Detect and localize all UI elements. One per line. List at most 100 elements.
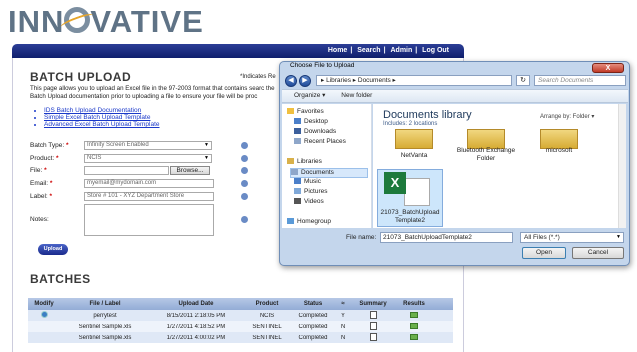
file-input[interactable] bbox=[84, 166, 169, 175]
pictures-icon bbox=[294, 188, 301, 194]
product-label: Product: * bbox=[30, 155, 59, 162]
close-button[interactable]: X bbox=[592, 63, 624, 73]
scrollbar[interactable] bbox=[618, 104, 626, 228]
organize-menu[interactable]: Organize ▾ bbox=[294, 92, 325, 99]
nav-desktop[interactable]: Desktop bbox=[294, 118, 328, 126]
folder-label[interactable]: microsoft bbox=[527, 147, 591, 154]
col-header[interactable]: Results bbox=[394, 298, 434, 310]
doc-link-simple[interactable]: Simple Excel Batch Upload Template bbox=[44, 114, 160, 121]
status-cell: Completed bbox=[298, 323, 328, 330]
nav-pictures[interactable]: Pictures bbox=[294, 188, 327, 196]
batches-table: Modify File / Label Upload Date Product … bbox=[28, 298, 453, 343]
libraries-icon bbox=[287, 158, 294, 164]
results-icon[interactable] bbox=[410, 322, 418, 329]
modify-icon[interactable] bbox=[40, 311, 48, 318]
date-cell: 8/15/2011 2:18:05 PM bbox=[166, 312, 226, 319]
help-icon[interactable] bbox=[241, 155, 248, 162]
batch-type-label: Batch Type: * bbox=[30, 142, 69, 149]
doc-link-ids[interactable]: IDS Batch Upload Documentation bbox=[44, 107, 160, 114]
open-button[interactable]: Open bbox=[522, 247, 566, 259]
nav-search[interactable]: Search bbox=[357, 47, 380, 54]
col-header[interactable]: Product bbox=[242, 298, 292, 310]
batches-title: BATCHES bbox=[30, 272, 91, 286]
label-field[interactable]: Store # 101 - XYZ Department Store bbox=[84, 192, 214, 201]
summary-icon[interactable] bbox=[369, 310, 377, 319]
nav-documents[interactable]: Documents bbox=[290, 168, 368, 178]
col-header[interactable]: File / Label bbox=[60, 298, 150, 310]
date-cell: 1/27/2011 4:18:52 PM bbox=[166, 323, 226, 330]
nav-recent-places[interactable]: Recent Places bbox=[294, 138, 346, 146]
status-cell: Completed bbox=[298, 312, 328, 319]
navigation-pane: Favorites Desktop Downloads Recent Place… bbox=[282, 104, 372, 228]
email-label: Email: * bbox=[30, 180, 53, 187]
library-subtitle[interactable]: Includes: 2 locations bbox=[383, 121, 437, 127]
nav-admin[interactable]: Admin bbox=[390, 47, 412, 54]
browse-button[interactable]: Browse... bbox=[170, 166, 210, 175]
col-header[interactable]: Summary bbox=[352, 298, 394, 310]
file-cell: Sentinel Sample.xls bbox=[78, 334, 132, 341]
flag-cell: N bbox=[340, 323, 346, 330]
help-icon[interactable] bbox=[241, 142, 248, 149]
intro-text: This page allows you to upload an Excel … bbox=[30, 85, 275, 100]
notes-textarea[interactable] bbox=[84, 204, 214, 236]
notes-label: Notes: bbox=[30, 216, 49, 223]
videos-icon bbox=[294, 198, 301, 204]
product-cell: NCIS bbox=[259, 312, 275, 319]
nav-music[interactable]: Music bbox=[294, 178, 321, 186]
cancel-button[interactable]: Cancel bbox=[572, 247, 624, 259]
music-icon bbox=[294, 178, 301, 184]
nav-videos[interactable]: Videos bbox=[294, 198, 324, 206]
dialog-title: Choose File to Upload bbox=[290, 62, 355, 69]
nav-favorites[interactable]: Favorites bbox=[287, 108, 324, 116]
nav-home[interactable]: Home bbox=[328, 47, 347, 54]
refresh-icon[interactable]: ↻ bbox=[516, 75, 530, 86]
folder-label[interactable]: NetVanta bbox=[382, 152, 446, 159]
star-icon bbox=[287, 108, 294, 114]
batch-type-select[interactable]: Infinity Screen Enabled bbox=[84, 141, 212, 150]
address-bar[interactable]: ▸ Libraries ▸ Documents ▸ bbox=[316, 75, 512, 86]
col-header[interactable]: Upload Date bbox=[150, 298, 242, 310]
logo: INN VATIVE bbox=[8, 4, 204, 39]
new-folder-button[interactable]: New folder bbox=[341, 92, 372, 99]
doc-links: IDS Batch Upload Documentation Simple Ex… bbox=[38, 107, 160, 128]
help-icon[interactable] bbox=[241, 180, 248, 187]
filetype-select[interactable]: All Files (*.*) bbox=[520, 232, 624, 243]
arrange-by[interactable]: Arrange by: Folder ▾ bbox=[540, 113, 594, 120]
recent-places-icon bbox=[294, 138, 301, 144]
col-header[interactable]: ≈ bbox=[334, 298, 352, 310]
desktop-icon bbox=[294, 118, 301, 124]
date-cell: 1/27/2011 4:00:02 PM bbox=[166, 334, 226, 341]
nav-libraries[interactable]: Libraries bbox=[287, 158, 322, 166]
col-header[interactable]: Status bbox=[292, 298, 334, 310]
homegroup-icon bbox=[287, 218, 294, 224]
nav-downloads[interactable]: Downloads bbox=[294, 128, 336, 136]
folder-icon[interactable] bbox=[467, 129, 505, 149]
folder-icon[interactable] bbox=[540, 129, 578, 149]
results-icon[interactable] bbox=[410, 333, 418, 340]
search-input[interactable]: Search Documents bbox=[534, 75, 626, 86]
results-icon[interactable] bbox=[410, 311, 418, 318]
summary-icon[interactable] bbox=[369, 332, 377, 341]
selected-file-label: 21073_BatchUploadTemplate2 bbox=[380, 209, 440, 224]
excel-icon: X bbox=[384, 172, 406, 194]
upload-button[interactable]: Upload bbox=[38, 244, 68, 255]
folder-icon[interactable] bbox=[395, 129, 433, 149]
nav-logout[interactable]: Log Out bbox=[422, 47, 449, 54]
doc-link-advanced[interactable]: Advanced Excel Batch Upload Template bbox=[44, 121, 160, 128]
product-cell: SENTINEL bbox=[252, 334, 282, 341]
help-icon[interactable] bbox=[241, 216, 248, 223]
forward-icon[interactable]: ▶ bbox=[299, 75, 311, 87]
help-icon[interactable] bbox=[241, 167, 248, 174]
email-field[interactable]: myemail@mydomain.com bbox=[84, 179, 214, 188]
spreadsheet-preview bbox=[404, 178, 430, 206]
summary-icon[interactable] bbox=[369, 321, 377, 330]
file-label: File: * bbox=[30, 167, 47, 174]
folder-label[interactable]: Bluetooth Exchange Folder bbox=[452, 147, 520, 163]
help-icon[interactable] bbox=[241, 193, 248, 200]
documents-icon bbox=[291, 169, 298, 175]
nav-homegroup[interactable]: Homegroup bbox=[287, 218, 331, 226]
col-header[interactable]: Modify bbox=[28, 298, 60, 310]
filename-input[interactable]: 21073_BatchUploadTemplate2 bbox=[380, 232, 513, 243]
back-icon[interactable]: ◀ bbox=[285, 75, 297, 87]
product-select[interactable]: NCIS bbox=[84, 154, 212, 163]
